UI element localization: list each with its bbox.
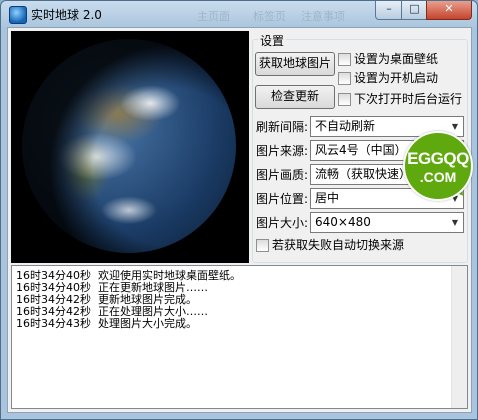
checkbox-box[interactable] (256, 239, 269, 252)
image-size-label: 图片大小: (256, 216, 309, 230)
select-value: 不自动刷新 (315, 119, 376, 133)
log-textarea[interactable]: 16时34分40秒 欢迎使用实时地球桌面壁纸。 16时34分40秒 正在更新地球… (11, 265, 468, 409)
title-bar[interactable]: 实时地球 2.0 主页面 标签页 注意事项 – □ ✕ (1, 1, 477, 27)
checkbox-box[interactable] (338, 93, 351, 106)
settings-group-title: 设置 (258, 32, 287, 49)
select-value: 流畅（获取快速） (315, 167, 412, 181)
globe-icon (9, 6, 27, 24)
autostart-checkbox[interactable]: 设置为开机启动 (338, 70, 464, 86)
checkbox-label: 设置为开机启动 (354, 71, 439, 85)
image-quality-label: 图片画质: (256, 168, 309, 182)
image-size-select[interactable]: 640×480 ▼ (310, 212, 464, 233)
select-value: 居中 (315, 191, 340, 205)
close-button[interactable]: ✕ (426, 1, 472, 20)
select-value: 风云4号（中国） (315, 143, 407, 157)
check-update-button[interactable]: 检查更新 (255, 85, 335, 109)
image-position-label: 图片位置: (256, 192, 309, 206)
background-run-checkbox[interactable]: 下次打开时后台运行 (338, 91, 464, 107)
auto-switch-source-checkbox[interactable]: 若获取失败自动切换来源 (256, 237, 436, 253)
wallpaper-checkbox[interactable]: 设置为桌面壁纸 (338, 51, 464, 67)
checkbox-box[interactable] (338, 72, 351, 85)
log-scrollbar[interactable] (451, 266, 467, 408)
eggqq-watermark-badge: EGGQQ .COM (403, 131, 473, 201)
ghost-menu-item: 主页面 (197, 10, 230, 23)
log-line: 16时34分43秒 处理图片大小完成。 (16, 317, 197, 330)
ghost-menu-item: 注意事项 (301, 10, 345, 23)
image-source-label: 图片来源: (256, 144, 309, 158)
refresh-interval-label: 刷新间隔: (256, 120, 309, 134)
checkbox-label: 下次打开时后台运行 (354, 92, 463, 106)
chevron-down-icon[interactable]: ▼ (447, 213, 463, 232)
ghost-menu-item: 标签页 (253, 10, 286, 23)
window-title: 实时地球 2.0 (31, 8, 102, 22)
checkbox-label: 若获取失败自动切换来源 (272, 238, 405, 252)
fetch-earth-image-button[interactable]: 获取地球图片 (255, 52, 335, 76)
badge-line1: EGGQQ (407, 149, 469, 168)
select-value: 640×480 (315, 215, 371, 229)
checkbox-label: 设置为桌面壁纸 (354, 52, 439, 66)
checkbox-box[interactable] (338, 53, 351, 66)
minimize-button[interactable]: – (375, 1, 403, 20)
client-area: 设置 获取地球图片 检查更新 设置为桌面壁纸 设置为开机启动 下次打开时后台运行… (7, 27, 472, 413)
earth-image (22, 39, 236, 253)
badge-line2: .COM (419, 169, 457, 185)
maximize-button[interactable]: □ (401, 1, 428, 20)
earth-image-panel (11, 31, 249, 263)
app-window: 实时地球 2.0 主页面 标签页 注意事项 – □ ✕ 设置 获取地球图片 检查… (0, 0, 478, 420)
